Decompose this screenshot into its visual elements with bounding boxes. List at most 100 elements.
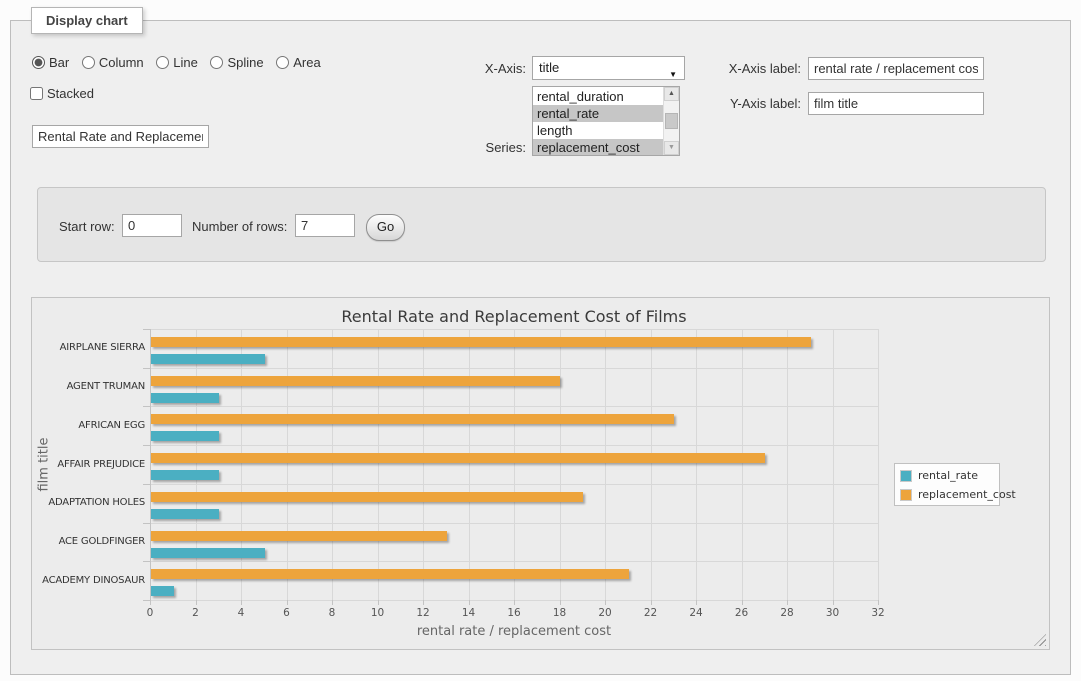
x-axis-tick-label: 26 <box>727 607 757 619</box>
y-axis-line <box>150 329 151 600</box>
x-axis-tick-label: 28 <box>772 607 802 619</box>
x-axis-selected-value: title <box>539 60 559 75</box>
chart-title-input[interactable] <box>32 125 209 148</box>
legend-item-rental_rate[interactable]: rental_rate <box>900 468 996 486</box>
x-axis-label-input[interactable] <box>808 57 984 80</box>
go-button[interactable]: Go <box>366 214 405 241</box>
start-row-input[interactable] <box>122 214 182 237</box>
x-axis-title: rental rate / replacement cost <box>150 624 878 639</box>
chart-type-option-bar[interactable]: Bar <box>32 55 69 70</box>
chart-type-option-spline[interactable]: Spline <box>210 55 263 70</box>
x-axis-tick-label: 10 <box>363 607 393 619</box>
x-axis-tick <box>423 600 424 605</box>
x-axis-tick-label: 16 <box>499 607 529 619</box>
chart-type-option-area[interactable]: Area <box>276 55 320 70</box>
x-axis-tick-label: 30 <box>818 607 848 619</box>
chart-type-radio-column[interactable] <box>82 56 95 69</box>
fieldset-legend: Display chart <box>31 7 143 34</box>
legend-label: replacement_cost <box>918 488 1016 501</box>
x-axis-tick <box>514 600 515 605</box>
chart-type-radio-line[interactable] <box>156 56 169 69</box>
x-axis-select-label: X-Axis: <box>441 61 526 76</box>
chart-title: Rental Rate and Replacement Cost of Film… <box>150 307 878 326</box>
bar-replacement_cost <box>151 414 674 424</box>
chart-type-label: Area <box>293 55 320 70</box>
gridline-vertical <box>514 329 515 600</box>
chart-type-radio-spline[interactable] <box>210 56 223 69</box>
series-listbox-label: Series: <box>441 140 526 155</box>
row-controls-box: Start row: Number of rows: Go <box>37 187 1046 262</box>
x-axis-tick <box>196 600 197 605</box>
y-axis-tick <box>143 329 150 330</box>
number-of-rows-input[interactable] <box>295 214 355 237</box>
gridline-vertical <box>196 329 197 600</box>
chart-type-label: Spline <box>227 55 263 70</box>
gridline-vertical <box>833 329 834 600</box>
legend: rental_rate replacement_cost <box>894 463 1000 506</box>
legend-item-replacement_cost[interactable]: replacement_cost <box>900 487 996 505</box>
category-label: AIRPLANE SIERRA <box>32 342 145 353</box>
y-axis-tick <box>143 368 150 369</box>
bar-rental_rate <box>151 548 265 558</box>
bar-rental_rate <box>151 470 219 480</box>
x-axis-tick-label: 4 <box>226 607 256 619</box>
x-axis-label-caption: X-Axis label: <box>641 61 801 76</box>
y-axis-tick <box>143 561 150 562</box>
gridline-vertical <box>560 329 561 600</box>
x-axis-tick-label: 6 <box>272 607 302 619</box>
chart-type-label: Line <box>173 55 198 70</box>
x-axis-tick <box>651 600 652 605</box>
gridline-vertical <box>605 329 606 600</box>
x-axis-tick <box>605 600 606 605</box>
chart-type-option-line[interactable]: Line <box>156 55 198 70</box>
series-option-replacement_cost[interactable]: replacement_cost <box>533 139 664 156</box>
x-axis-tick <box>332 600 333 605</box>
y-axis-label-caption: Y-Axis label: <box>641 96 801 111</box>
x-axis-tick <box>150 600 151 605</box>
x-axis-tick-label: 2 <box>181 607 211 619</box>
bar-rental_rate <box>151 393 219 403</box>
category-label: ACADEMY DINOSAUR <box>32 575 145 586</box>
x-axis-tick-label: 20 <box>590 607 620 619</box>
y-axis-tick <box>143 445 150 446</box>
x-axis-tick-label: 8 <box>317 607 347 619</box>
chart-type-radio-area[interactable] <box>276 56 289 69</box>
chart-type-radio-bar[interactable] <box>32 56 45 69</box>
y-axis-title: film title <box>37 394 52 534</box>
display-chart-fieldset: Display chart Bar Column Line Spline Are… <box>10 20 1071 675</box>
gridline-vertical <box>742 329 743 600</box>
bar-replacement_cost <box>151 531 447 541</box>
category-label: AGENT TRUMAN <box>32 381 145 392</box>
x-axis-tick-label: 22 <box>636 607 666 619</box>
series-option-length[interactable]: length <box>533 122 664 139</box>
chart-area: Rental Rate and Replacement Cost of Film… <box>31 297 1050 650</box>
x-axis-tick <box>241 600 242 605</box>
number-of-rows-label: Number of rows: <box>192 219 287 234</box>
chart-type-option-column[interactable]: Column <box>82 55 144 70</box>
x-axis-tick <box>287 600 288 605</box>
bar-replacement_cost <box>151 337 811 347</box>
legend-swatch-icon <box>900 470 912 482</box>
bar-rental_rate <box>151 586 174 596</box>
x-axis-tick <box>378 600 379 605</box>
y-axis-label-input[interactable] <box>808 92 984 115</box>
stacked-label: Stacked <box>47 86 94 101</box>
y-axis-tick <box>143 406 150 407</box>
scrollbar-thumb[interactable] <box>665 113 678 129</box>
x-axis-tick <box>469 600 470 605</box>
scrollbar-down-arrow-icon[interactable]: ▼ <box>664 141 679 155</box>
gridline-vertical <box>651 329 652 600</box>
y-axis-tick <box>143 484 150 485</box>
x-axis-tick-label: 24 <box>681 607 711 619</box>
y-axis-tick <box>143 523 150 524</box>
legend-label: rental_rate <box>918 469 978 482</box>
x-axis-tick-label: 12 <box>408 607 438 619</box>
bar-replacement_cost <box>151 453 765 463</box>
x-axis-tick-label: 0 <box>135 607 165 619</box>
stacked-checkbox[interactable] <box>30 87 43 100</box>
chart-type-label: Column <box>99 55 144 70</box>
resize-grip-icon[interactable] <box>1034 634 1046 646</box>
stacked-option[interactable]: Stacked <box>30 86 94 101</box>
gridline-vertical <box>469 329 470 600</box>
bar-replacement_cost <box>151 569 629 579</box>
